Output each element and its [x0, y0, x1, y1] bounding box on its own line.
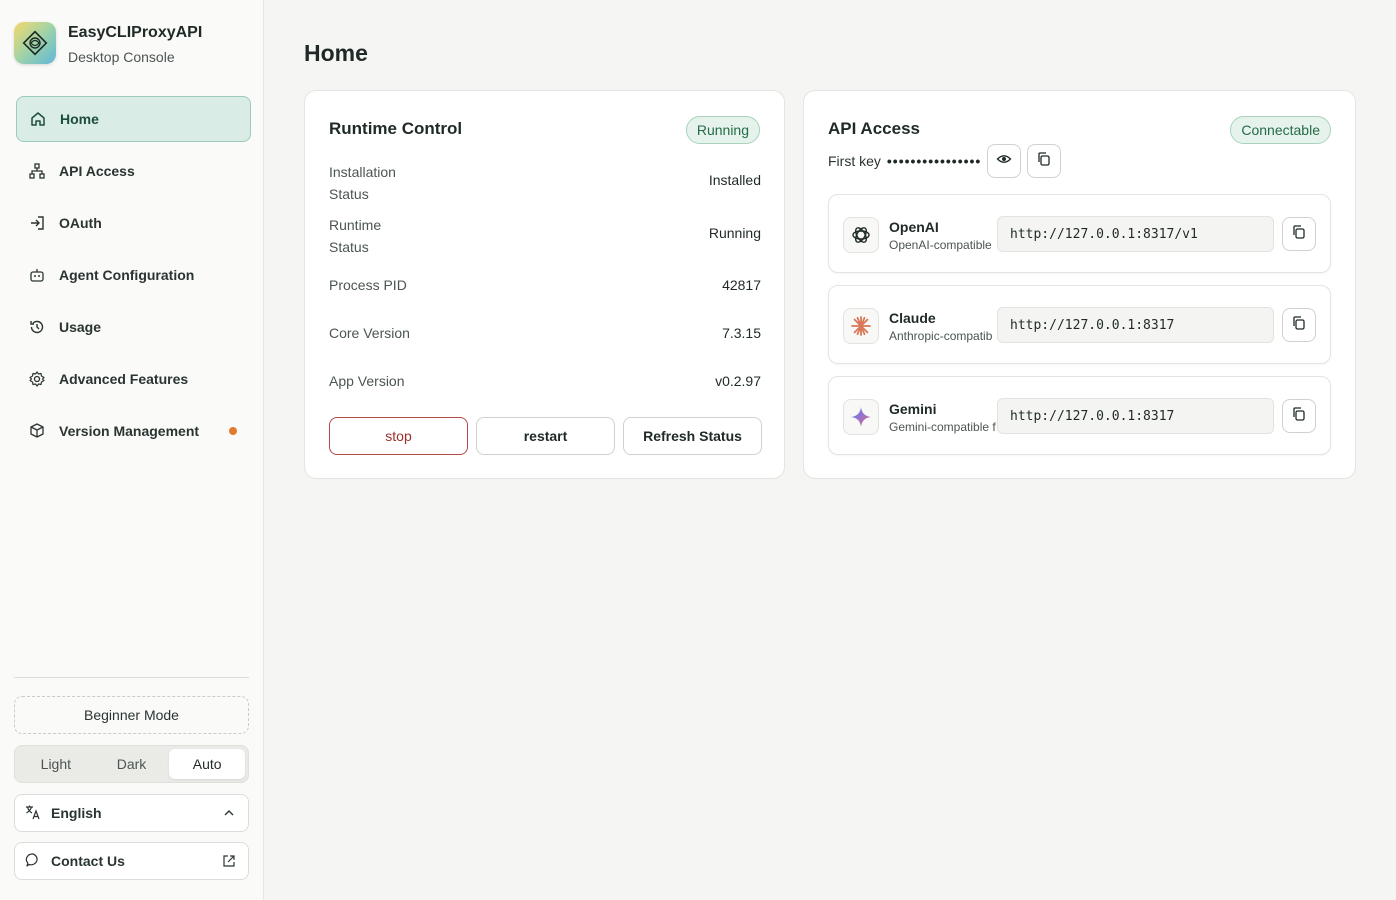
language-selector[interactable]: English	[14, 794, 249, 832]
process-pid-row: Process PID 42817	[329, 274, 761, 296]
row-value: 7.3.15	[722, 325, 761, 341]
sidebar-item-oauth[interactable]: OAuth	[16, 200, 251, 246]
app-subtitle: Desktop Console	[68, 49, 175, 65]
card-title: API Access	[828, 119, 920, 138]
copy-icon	[1291, 224, 1307, 245]
restart-button[interactable]: restart	[476, 417, 615, 455]
claude-icon	[843, 308, 879, 344]
sidebar: EasyCLIProxyAPI Desktop Console Home API…	[0, 0, 264, 900]
card-title: Runtime Control	[329, 119, 463, 138]
chevron-up-icon	[222, 806, 236, 823]
provider-openai: OpenAI OpenAI-compatible http://127.0.0.…	[828, 194, 1331, 273]
app-title: EasyCLIProxyAPI	[68, 24, 203, 41]
copy-url-button[interactable]	[1282, 399, 1316, 433]
sidebar-item-label: Advanced Features	[59, 371, 189, 387]
installation-status-row: Installation Status Installed	[329, 161, 761, 205]
sidebar-item-usage[interactable]: Usage	[16, 304, 251, 350]
app-logo-icon	[14, 22, 56, 64]
api-key-masked: ••••••••••••••••	[886, 153, 982, 169]
reveal-key-button[interactable]	[987, 144, 1022, 178]
provider-url-field[interactable]: http://127.0.0.1:8317	[997, 307, 1274, 343]
robot-icon	[28, 266, 46, 284]
package-icon	[28, 422, 46, 440]
theme-toggle: Light Dark Auto	[14, 745, 249, 783]
copy-icon	[1036, 151, 1052, 172]
copy-url-button[interactable]	[1282, 308, 1316, 342]
provider-url-field[interactable]: http://127.0.0.1:8317/v1	[997, 216, 1274, 252]
copy-url-button[interactable]	[1282, 217, 1316, 251]
api-access-card: API Access Connectable First key •••••••…	[803, 90, 1356, 479]
copy-icon	[1291, 406, 1307, 427]
provider-name: OpenAI	[889, 219, 939, 235]
runtime-actions: stop restart Refresh Status	[329, 417, 762, 455]
status-badge: Running	[685, 116, 760, 144]
update-dot	[229, 427, 237, 435]
theme-option-dark[interactable]: Dark	[94, 749, 170, 779]
home-icon	[29, 110, 47, 128]
copy-key-button[interactable]	[1027, 144, 1062, 178]
contact-label: Contact Us	[51, 853, 125, 869]
row-value: 42817	[722, 277, 761, 293]
row-value: Installed	[708, 172, 761, 188]
provider-gemini: Gemini Gemini-compatible f http://127.0.…	[828, 376, 1331, 455]
provider-claude: Claude Anthropic-compatib http://127.0.0…	[828, 285, 1331, 364]
history-icon	[28, 318, 46, 336]
sidebar-item-home[interactable]: Home	[16, 96, 251, 142]
stop-button[interactable]: stop	[329, 417, 468, 455]
network-icon	[28, 162, 46, 180]
status-badge: Connectable	[1230, 116, 1331, 144]
sidebar-item-advanced-features[interactable]: Advanced Features	[16, 356, 251, 402]
row-value: Running	[708, 225, 761, 241]
eye-icon	[996, 151, 1012, 172]
row-label: Process PID	[329, 277, 407, 293]
sidebar-item-agent-configuration[interactable]: Agent Configuration	[16, 252, 251, 298]
provider-subtitle: Anthropic-compatib	[889, 329, 993, 343]
api-key-row: First key ••••••••••••••••	[828, 144, 1062, 178]
row-label: Installation Status	[329, 164, 396, 202]
sidebar-item-label: OAuth	[59, 215, 102, 231]
theme-option-auto[interactable]: Auto	[169, 749, 246, 779]
language-label: English	[51, 805, 102, 821]
contact-us-button[interactable]: Contact Us	[14, 842, 249, 880]
app-version-row: App Version v0.2.97	[329, 370, 761, 392]
translate-icon	[25, 804, 41, 823]
openai-icon	[843, 217, 879, 253]
gear-icon	[28, 370, 46, 388]
sidebar-item-api-access[interactable]: API Access	[16, 148, 251, 194]
sidebar-item-label: Usage	[59, 319, 102, 335]
sidebar-divider	[14, 677, 249, 678]
row-label: App Version	[329, 373, 405, 389]
brand: EasyCLIProxyAPI Desktop Console	[14, 22, 202, 65]
sidebar-item-version-management[interactable]: Version Management	[16, 408, 251, 454]
row-label: Core Version	[329, 325, 410, 341]
sidebar-nav: Home API Access OAuth Agent Configuratio…	[16, 96, 251, 460]
beginner-mode-button[interactable]: Beginner Mode	[14, 696, 249, 734]
sidebar-item-label: Agent Configuration	[59, 267, 195, 283]
refresh-status-button[interactable]: Refresh Status	[623, 417, 762, 455]
provider-url-field[interactable]: http://127.0.0.1:8317	[997, 398, 1274, 434]
sidebar-item-label: Home	[60, 111, 99, 127]
provider-subtitle: Gemini-compatible f	[889, 420, 996, 434]
runtime-control-card: Runtime Control Running Installation Sta…	[304, 90, 785, 479]
login-icon	[28, 214, 46, 232]
provider-subtitle: OpenAI-compatible	[889, 238, 992, 252]
provider-name: Claude	[889, 310, 936, 326]
provider-name: Gemini	[889, 401, 937, 417]
row-label: Runtime Status	[329, 217, 382, 255]
gemini-icon	[843, 399, 879, 435]
theme-option-light[interactable]: Light	[18, 749, 94, 779]
chat-bubble-icon	[25, 852, 41, 871]
key-label: First key	[828, 153, 881, 169]
sidebar-item-label: Version Management	[59, 423, 200, 439]
page-title: Home	[304, 40, 368, 66]
external-link-icon	[222, 854, 236, 871]
sidebar-item-label: API Access	[59, 163, 135, 179]
runtime-status-row: Runtime Status Running	[329, 214, 761, 258]
core-version-row: Core Version 7.3.15	[329, 322, 761, 344]
copy-icon	[1291, 315, 1307, 336]
row-value: v0.2.97	[715, 373, 761, 389]
